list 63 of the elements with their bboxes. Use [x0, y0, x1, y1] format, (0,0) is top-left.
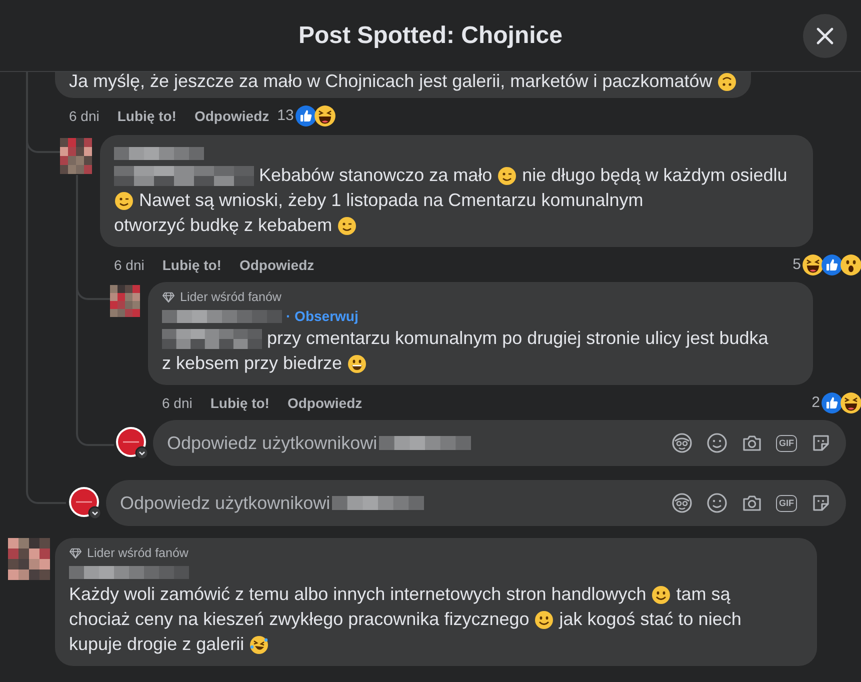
sticker-icon[interactable]	[810, 432, 832, 454]
comment-text: tam są	[676, 583, 730, 606]
emoji-icon	[497, 166, 518, 186]
like-reaction-icon	[294, 104, 317, 126]
comment-text: kupuje drogie z galerii	[69, 633, 244, 656]
reply-link[interactable]: Odpowiedz	[239, 256, 314, 272]
like-link[interactable]: Lubię to!	[162, 256, 222, 272]
comment-text: chociaż ceny na kieszeń zwykłego pracownika fizycznego	[69, 608, 530, 631]
close-icon	[816, 26, 834, 44]
blurred-avatar-drawing	[8, 538, 50, 580]
follow-link[interactable]: · Obserwuj	[286, 308, 358, 324]
comment-time[interactable]: 6 dni	[69, 108, 100, 124]
avatar-icon[interactable]	[68, 486, 102, 520]
face-icon[interactable]	[671, 492, 693, 514]
comment-time[interactable]: 6 dni	[114, 256, 144, 272]
sticker-icon[interactable]	[810, 492, 832, 514]
emoji-icon[interactable]	[706, 492, 728, 514]
comment-text: nie długo będą w każdym	[522, 164, 726, 187]
comment-text: jak kogoś stać to niech	[559, 608, 742, 631]
reply-link[interactable]: Odpowiedz	[194, 108, 270, 124]
gif-button[interactable]: GIF	[776, 494, 797, 512]
comment-text: z kebsem przy biedrze	[162, 352, 342, 375]
avatar-icon[interactable]	[115, 426, 149, 460]
face-icon[interactable]	[671, 432, 693, 454]
emoji-icon	[114, 190, 134, 210]
reply-link[interactable]: Odpowiedz	[287, 394, 362, 410]
emoji-icon	[347, 354, 368, 374]
gif-button[interactable]: GIF	[776, 434, 797, 452]
badge-label: Lider wśród fanów	[180, 290, 282, 304]
haha-reaction-icon	[802, 254, 824, 276]
close-button[interactable]	[803, 14, 847, 58]
reply-field[interactable]: Odpowiedz użytkownikowi GIF	[153, 420, 846, 466]
haha-reaction-icon	[840, 392, 861, 414]
reaction-count[interactable]: 5	[792, 256, 801, 273]
diamond-icon	[162, 292, 175, 302]
emoji-icon	[651, 584, 672, 604]
like-reaction-icon	[821, 254, 843, 276]
diamond-icon	[69, 548, 82, 558]
comment-text: Ja myślę, że jeszcze za mało w Chojnicach jest galerii, marketów i paczkomatów	[69, 72, 712, 93]
comment-text: przy cmentarzu komunalnym po drugiej stronie ulicy jest budka	[267, 327, 768, 350]
comment-text: otworzyć budkę z kebabem	[114, 214, 332, 237]
emoji-icon	[337, 216, 358, 236]
reply-field[interactable]: Odpowiedz użytkownikowi GIF	[106, 480, 846, 526]
emoji-icon	[717, 72, 738, 92]
like-link[interactable]: Lubię to!	[117, 108, 176, 124]
like-link[interactable]: Lubię to!	[210, 394, 270, 410]
emoji-icon[interactable]	[706, 432, 728, 454]
haha-reaction-icon	[314, 104, 336, 126]
comment-text: Kebabów stanowczo za mało	[259, 164, 492, 187]
dialog-title: Post Spotted: Chojnice	[298, 22, 562, 50]
wow-reaction-icon	[840, 254, 861, 276]
comment-text: Nawet są wnioski, żeby 1 listopada na Cmentarzu komunalnym	[139, 189, 644, 212]
reaction-count[interactable]: 13	[277, 107, 294, 124]
blurred-avatar-drawing	[110, 285, 140, 317]
emoji-icon	[534, 610, 554, 630]
comment-time[interactable]: 6 dni	[162, 394, 192, 410]
comment-text: osiedlu	[730, 164, 788, 187]
reaction-count[interactable]: 2	[812, 394, 820, 411]
badge-label: Lider wśród fanów	[87, 546, 188, 560]
comment-text: Każdy woli zamówić z temu albo innych internetowych stron handlowych	[69, 583, 646, 606]
blurred-avatar-drawing	[60, 138, 92, 174]
like-reaction-icon	[821, 392, 843, 414]
emoji-icon	[249, 634, 270, 654]
